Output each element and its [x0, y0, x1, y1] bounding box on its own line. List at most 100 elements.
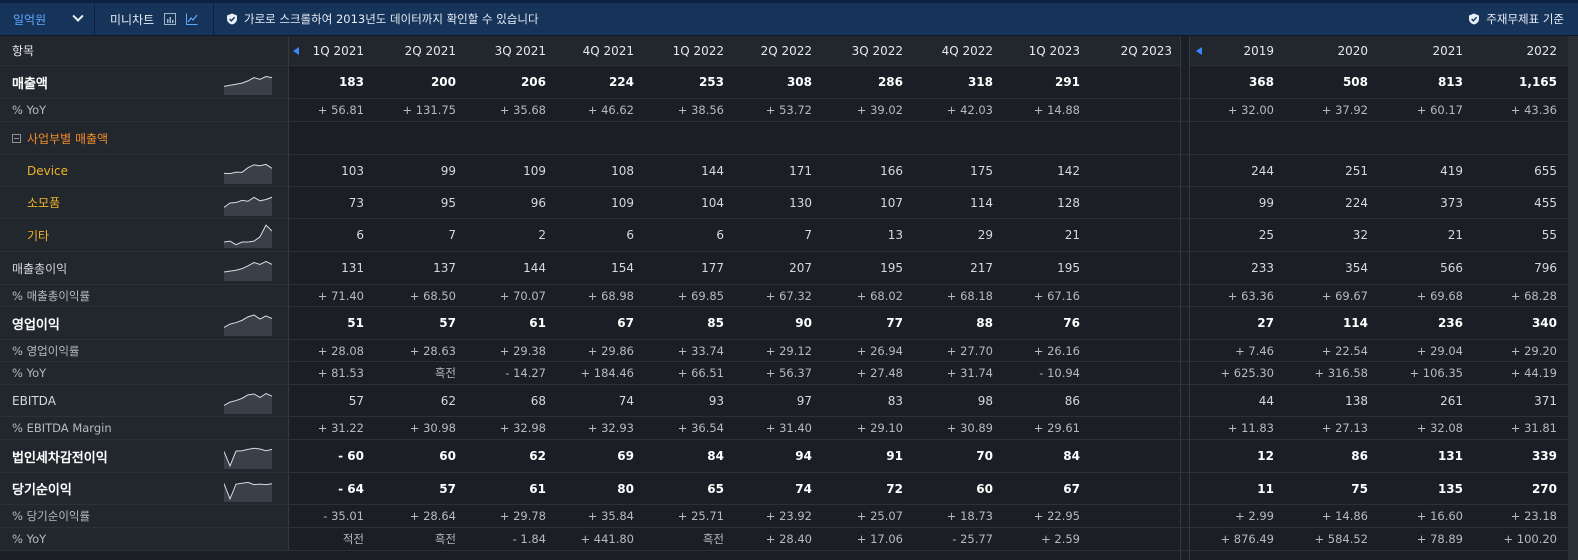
quarter-cell: + 35.68: [458, 99, 546, 121]
quarter-cell: 69: [546, 440, 634, 472]
year-cell-value: 224: [1345, 195, 1368, 210]
row-label-text: % 매출총이익률: [12, 288, 91, 303]
year-cell: 813: [1373, 66, 1463, 98]
quarter-cell-value: 91: [886, 449, 903, 463]
quarter-cell-value: 74: [618, 393, 634, 408]
row-label-text: 사업부별 매출액: [27, 131, 109, 146]
table-row: % YoY + 81.53 흑전 - 14.27 + 184.46 + 66.51 + 56…: [0, 362, 1568, 385]
unit-dropdown[interactable]: 일억원: [0, 3, 95, 35]
year-cell: + 63.36: [1184, 285, 1274, 306]
table-row: 매출총이익 131 137 144 154 177 207 195 217 195 233 354 56…: [0, 252, 1568, 285]
quarter-cell-value: 131: [341, 261, 364, 275]
quarter-cell-value: + 71.40: [317, 288, 364, 303]
year-cell-value: + 32.00: [1227, 103, 1274, 117]
year-cell-value: 55: [1541, 228, 1557, 242]
year-cell-value: + 44.19: [1510, 366, 1557, 380]
quarter-cell: [1084, 505, 1172, 527]
quarter-cell-value: 291: [1054, 75, 1080, 89]
quarter-cell-value: 29: [977, 228, 993, 242]
quarter-cell-value: + 81.53: [317, 366, 364, 380]
row-label[interactable]: 사업부별 매출액: [0, 122, 289, 154]
quarter-cell: 96: [458, 187, 546, 218]
quarter-cell-value: 144: [523, 261, 546, 275]
year-cell: 796: [1467, 252, 1557, 284]
vertical-scrollbar[interactable]: [1568, 36, 1578, 560]
year-cell-value: + 23.18: [1510, 509, 1557, 523]
year-cell-value: + 876.49: [1220, 532, 1274, 546]
quarter-cell: + 184.46: [546, 362, 634, 384]
year-cell-value: + 16.60: [1416, 509, 1463, 523]
collapse-icon[interactable]: [12, 133, 21, 143]
header-quarter: 1Q 2022: [636, 36, 724, 65]
year-cell-value: 813: [1437, 75, 1463, 89]
quarter-cell-value: - 1.84: [512, 532, 546, 546]
quarter-cell-value: + 28.40: [765, 532, 812, 546]
year-cell-value: 455: [1534, 195, 1557, 210]
quarter-cell-value: 142: [1057, 163, 1080, 178]
year-cell: 373: [1373, 187, 1463, 218]
year-cell: [1278, 122, 1368, 154]
quarter-cell-value: 97: [796, 393, 812, 408]
quarter-cell-value: 흑전: [434, 532, 456, 546]
quarter-cell-value: 61: [529, 481, 546, 496]
quarter-cell-value: 60: [976, 481, 993, 496]
year-cell-value: 131: [1437, 449, 1463, 463]
quarter-cell-value: 67: [1063, 481, 1080, 496]
quarter-cell: 80: [546, 473, 634, 504]
quarter-cell: 67: [546, 307, 634, 339]
quarter-cell-value: 308: [786, 75, 812, 89]
year-cell-value: 339: [1531, 449, 1557, 463]
quarter-cell: - 60: [276, 440, 364, 472]
quarter-cell: + 31.74: [905, 362, 993, 384]
year-cell: + 32.00: [1184, 99, 1274, 121]
year-cell: 75: [1278, 473, 1368, 504]
quarter-cell-value: + 18.73: [946, 509, 993, 523]
header-quarter-value: 2Q 2021: [404, 43, 456, 58]
quarter-cell: 60: [905, 473, 993, 504]
year-cell: + 27.13: [1278, 417, 1368, 439]
year-cell-value: 44: [1258, 393, 1274, 408]
quarter-cell-value: + 56.81: [317, 103, 364, 117]
quarter-cell-value: + 42.03: [946, 103, 993, 117]
year-cell-value: + 69.67: [1321, 288, 1368, 303]
table-row: 사업부별 매출액: [0, 122, 1568, 155]
year-cell-value: 86: [1351, 449, 1368, 463]
quarter-cell: + 68.02: [815, 285, 903, 306]
quarter-cell: [1084, 155, 1172, 186]
table-row: % YoY 적전 흑전 - 1.84 + 441.80 흑전 + 28.40 + 17.06 -…: [0, 528, 1568, 551]
quarter-cell: 62: [458, 440, 546, 472]
quarter-cell: + 27.70: [905, 340, 993, 361]
quarter-cell: + 28.08: [276, 340, 364, 361]
table-row: EBITDA 57 62 68 74 93 97 83 98 86 44 138 261 371: [0, 385, 1568, 417]
quarter-cell-value: 85: [707, 316, 724, 330]
header-quarter: 4Q 2021: [546, 36, 634, 65]
year-cell-value: + 27.13: [1321, 421, 1368, 435]
year-cell: + 316.58: [1278, 362, 1368, 384]
quarter-cell: 142: [992, 155, 1080, 186]
row-label: 법인세차감전이익: [0, 440, 289, 472]
quarter-cell: 7: [368, 219, 456, 251]
quarter-cell-value: + 31.40: [765, 421, 812, 435]
year-cell: 340: [1467, 307, 1557, 339]
year-cell: + 7.46: [1184, 340, 1274, 361]
year-cell: 233: [1184, 252, 1274, 284]
line-chart-icon[interactable]: [186, 13, 198, 25]
year-cell: 135: [1373, 473, 1463, 504]
quarter-cell-value: 77: [886, 316, 903, 330]
quarter-cell: - 10.94: [992, 362, 1080, 384]
header-quarter-value: 4Q 2021: [582, 43, 634, 58]
quarter-cell-value: 93: [708, 393, 724, 408]
bar-chart-icon[interactable]: [164, 13, 177, 25]
financial-table: 항목 1Q 2021 2Q 2021 3Q 2021 4Q 2021 1Q 2022 2Q…: [0, 36, 1578, 560]
quarter-cell: 51: [276, 307, 364, 339]
year-cell: [1373, 122, 1463, 154]
header-quarter-value: 2Q 2023: [1120, 43, 1172, 58]
quarter-cell: + 23.92: [724, 505, 812, 527]
quarter-cell-value: + 23.92: [765, 509, 812, 523]
quarter-cell: + 29.38: [458, 340, 546, 361]
quarter-cell: 291: [992, 66, 1080, 98]
year-cell: 11: [1184, 473, 1274, 504]
quarter-cell: 97: [724, 385, 812, 416]
quarter-cell-value: + 53.72: [765, 103, 812, 117]
quarter-cell: 91: [815, 440, 903, 472]
